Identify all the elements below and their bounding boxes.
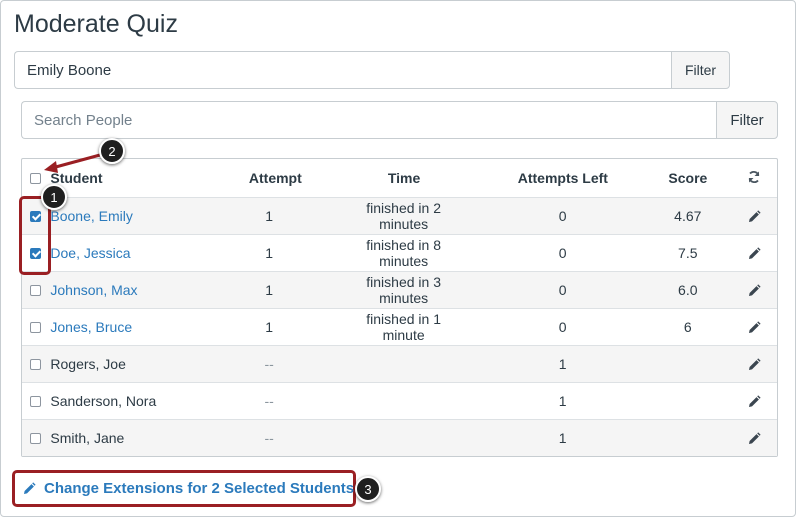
student-name: Rogers, Joe — [50, 356, 126, 372]
filter-search-input[interactable] — [14, 51, 671, 89]
table-body: Boone, Emily 1 finished in 2 minutes 0 4.67 D… — [22, 197, 777, 456]
change-extensions-label: Change Extensions for 2 Selected Student… — [44, 480, 355, 497]
table-row: Jones, Bruce 1 finished in 1 minute 0 6 — [22, 308, 777, 345]
row-checkbox[interactable] — [30, 284, 41, 296]
row-checkbox[interactable] — [30, 358, 41, 370]
annotation-badge-1: 1 — [41, 184, 67, 210]
student-name: Smith, Jane — [50, 430, 125, 446]
row-checkbox[interactable] — [30, 321, 41, 333]
pencil-icon[interactable] — [731, 430, 777, 446]
table-row: Boone, Emily 1 finished in 2 minutes 0 4.67 — [22, 197, 777, 234]
row-checkbox[interactable] — [30, 432, 41, 444]
student-name: Sanderson, Nora — [50, 393, 157, 409]
change-extensions-link[interactable]: Change Extensions for 2 Selected Student… — [22, 480, 354, 497]
select-all-cell — [22, 172, 50, 184]
pencil-icon[interactable] — [731, 393, 777, 409]
attempt-value: -- — [264, 430, 274, 446]
pencil-icon[interactable] — [731, 282, 777, 298]
pencil-icon[interactable] — [731, 245, 777, 261]
attempts-left-value: 0 — [558, 208, 567, 224]
students-table: Student Attempt Time Attempts Left Score… — [21, 158, 778, 457]
attempts-left-value: 0 — [558, 319, 567, 335]
header-student: Student — [50, 170, 103, 186]
time-value: finished in 8 minutes — [366, 237, 441, 269]
refresh-icon[interactable] — [731, 170, 777, 187]
attempt-value: -- — [264, 393, 274, 409]
attempts-left-value: 0 — [558, 282, 567, 298]
row-checkbox-cell — [22, 321, 50, 333]
table-row: Johnson, Max 1 finished in 3 minutes 0 6.0 — [22, 271, 777, 308]
row-checkbox-cell — [22, 395, 50, 407]
search-people-input[interactable] — [21, 101, 716, 139]
header-time: Time — [387, 170, 421, 186]
table-row: Rogers, Joe -- 1 — [22, 345, 777, 382]
attempts-left-value: 0 — [558, 245, 567, 261]
pencil-icon[interactable] — [731, 356, 777, 372]
search-filter-button[interactable]: Filter — [716, 101, 778, 139]
student-name[interactable]: Johnson, Max — [50, 282, 189, 298]
student-name[interactable]: Jones, Bruce — [50, 319, 189, 335]
select-all-checkbox[interactable] — [30, 172, 41, 184]
score-value: 7.5 — [678, 245, 698, 261]
student-name[interactable]: Boone, Emily — [50, 208, 189, 224]
table-row: Sanderson, Nora -- 1 — [22, 382, 777, 419]
annotation-badge-2: 2 — [99, 138, 125, 164]
row-checkbox-cell — [22, 432, 50, 444]
attempt-value: 1 — [265, 245, 274, 261]
score-value: 6 — [683, 319, 692, 335]
row-checkbox[interactable] — [30, 395, 41, 407]
annotation-badge-3: 3 — [355, 476, 381, 502]
time-value: finished in 3 minutes — [366, 274, 441, 306]
time-value: finished in 1 minute — [366, 311, 441, 343]
pencil-icon — [24, 481, 36, 494]
header-attempt: Attempt — [248, 170, 302, 186]
pencil-icon[interactable] — [731, 208, 777, 224]
header-score: Score — [668, 170, 708, 186]
attempts-left-value: 1 — [558, 393, 567, 409]
time-value: finished in 2 minutes — [366, 200, 441, 232]
score-value: 4.67 — [674, 208, 702, 224]
attempts-left-value: 1 — [558, 356, 567, 372]
table-row: Doe, Jessica 1 finished in 8 minutes 0 7.5 — [22, 234, 777, 271]
attempt-value: 1 — [265, 282, 274, 298]
attempt-value: -- — [264, 356, 274, 372]
people-search-bar: Filter — [21, 101, 778, 139]
attempt-value: 1 — [265, 208, 274, 224]
page-title: Moderate Quiz — [14, 10, 178, 38]
filter-search-bar: Filter — [14, 51, 730, 89]
header-attempts-left: Attempts Left — [517, 170, 608, 186]
attempts-left-value: 1 — [558, 430, 567, 446]
row-checkbox-cell — [22, 284, 50, 296]
student-name[interactable]: Doe, Jessica — [50, 245, 189, 261]
pencil-icon[interactable] — [731, 319, 777, 335]
table-header-row: Student Attempt Time Attempts Left Score — [22, 159, 777, 197]
attempt-value: 1 — [265, 319, 274, 335]
row-checkbox-cell — [22, 358, 50, 370]
filter-button[interactable]: Filter — [671, 51, 730, 89]
table-row: Smith, Jane -- 1 — [22, 419, 777, 456]
score-value: 6.0 — [678, 282, 698, 298]
